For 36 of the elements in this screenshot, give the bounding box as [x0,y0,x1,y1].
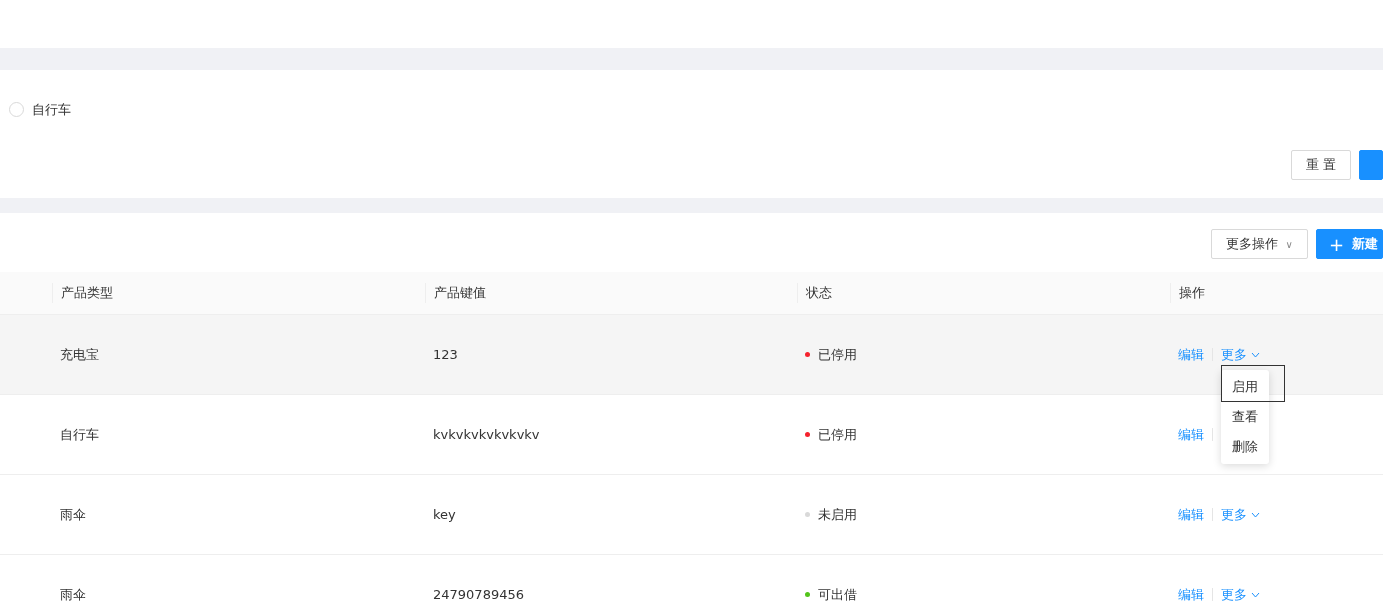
more-actions-button[interactable]: 更多操作 ∨ [1210,229,1308,259]
chevron-down-icon [1251,591,1260,598]
edit-link[interactable]: 编辑 [1178,504,1204,525]
plus-icon: + [1328,230,1344,258]
status-text: 已停用 [818,425,857,444]
table-cell: 雨伞 [60,586,86,602]
table-cell: key [433,506,456,522]
menu-item[interactable]: 查看 [1221,402,1269,432]
table-cell: 自行车 [60,426,99,442]
more-link[interactable]: 更多 [1221,504,1260,525]
chevron-down-icon [1251,511,1260,518]
menu-item[interactable]: 删除 [1221,432,1269,462]
table-cell: 雨伞 [60,506,86,522]
menu-item[interactable]: 启用 [1221,365,1285,402]
column-header: 状态 [806,285,832,300]
table-cell: 充电宝 [60,346,99,362]
chevron-down-icon [1251,351,1260,358]
table-cell: 24790789456 [433,586,524,602]
table-cell: 123 [433,346,458,362]
status-text: 可出借 [818,585,857,604]
column-header: 操作 [1179,284,1205,302]
status-text: 未启用 [818,505,857,524]
edit-link[interactable]: 编辑 [1178,584,1204,604]
status-text: 已停用 [818,345,857,364]
edit-link[interactable]: 编辑 [1178,424,1204,445]
column-header: 产品键值 [434,285,486,300]
more-link[interactable]: 更多 [1221,584,1260,604]
column-header: 产品类型 [61,285,113,300]
new-button[interactable]: + 新建 [1315,229,1383,259]
reset-button[interactable]: 重 置 [1290,149,1351,180]
table-cell: kvkvkvkvkvkvkv [433,426,540,442]
radio-label: 自行车 [32,101,71,119]
caret-icon: ∨ [1285,236,1293,252]
search-button[interactable] [1359,149,1383,180]
edit-link[interactable]: 编辑 [1178,344,1204,365]
more-link[interactable]: 更多 [1221,344,1260,365]
